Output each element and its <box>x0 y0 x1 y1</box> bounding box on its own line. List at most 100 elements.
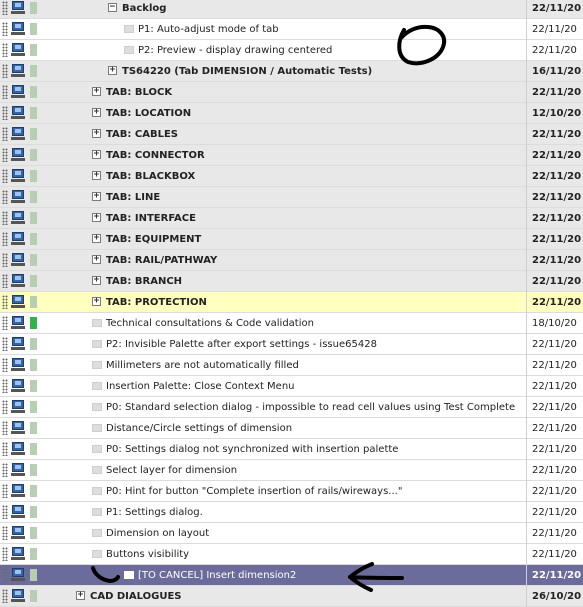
tree-row-tab-cables[interactable]: + TAB: CABLES 22/11/20 <box>0 124 583 145</box>
task-icon <box>92 361 102 369</box>
tree-row-dimension-on-layout[interactable]: Dimension on layout 22/11/20 <box>0 523 583 544</box>
computer-icon <box>11 211 25 224</box>
tree-row-tab-branch[interactable]: + TAB: BRANCH 22/11/20 <box>0 271 583 292</box>
tree-row-settings-not-synced[interactable]: P0: Settings dialog not synchronized wit… <box>0 439 583 460</box>
tree-row-tab-blackbox[interactable]: + TAB: BLACKBOX 22/11/20 <box>0 166 583 187</box>
tree-row-cad-dialogues[interactable]: + CAD DIALOGUES 26/10/20 <box>0 586 583 607</box>
tree-row-standard-selection[interactable]: P0: Standard selection dialog - impossib… <box>0 397 583 418</box>
tree-row-tab-equipment[interactable]: + TAB: EQUIPMENT 22/11/20 <box>0 229 583 250</box>
drag-handle[interactable] <box>2 169 8 183</box>
drag-handle[interactable] <box>2 463 8 477</box>
drag-handle[interactable] <box>2 379 8 393</box>
computer-icon <box>11 232 25 245</box>
drag-handle[interactable] <box>2 64 8 78</box>
status-indicator <box>30 2 37 14</box>
expand-toggle[interactable]: + <box>92 213 101 222</box>
expand-toggle[interactable]: + <box>92 129 101 138</box>
drag-handle[interactable] <box>2 232 8 246</box>
drag-handle[interactable] <box>2 22 8 36</box>
tree-row-tab-rail-pathway[interactable]: + TAB: RAIL/PATHWAY 22/11/20 <box>0 250 583 271</box>
tree-row-distance-circle[interactable]: Distance/Circle settings of dimension 22… <box>0 418 583 439</box>
tree-row-hint-button[interactable]: P0: Hint for button "Complete insertion … <box>0 481 583 502</box>
expand-toggle[interactable]: + <box>92 108 101 117</box>
collapse-toggle[interactable]: − <box>108 3 117 12</box>
drag-handle[interactable] <box>2 253 8 267</box>
row-date: 22/11/20 <box>532 549 577 560</box>
row-label: P1: Auto-adjust mode of tab <box>138 24 279 35</box>
row-date: 22/11/20 <box>532 360 577 371</box>
tree-row-tab-connector[interactable]: + TAB: CONNECTOR 22/11/20 <box>0 145 583 166</box>
column-separator <box>526 145 527 166</box>
drag-handle[interactable] <box>2 190 8 204</box>
tree-row-buttons-visibility[interactable]: Buttons visibility 22/11/20 <box>0 544 583 565</box>
drag-handle[interactable] <box>2 295 8 309</box>
drag-handle[interactable] <box>2 127 8 141</box>
drag-handle[interactable] <box>2 316 8 330</box>
drag-handle[interactable] <box>2 337 8 351</box>
drag-handle[interactable] <box>2 358 8 372</box>
tree-row-tab-protection[interactable]: + TAB: PROTECTION 22/11/20 <box>0 292 583 313</box>
computer-icon <box>11 337 25 350</box>
tree-row-tab-interface[interactable]: + TAB: INTERFACE 22/11/20 <box>0 208 583 229</box>
status-indicator <box>30 380 37 392</box>
tree-row-to-cancel-insert-dimension2[interactable]: [TO CANCEL] Insert dimension2 22/11/20 <box>0 565 583 586</box>
drag-handle[interactable] <box>2 274 8 288</box>
drag-handle[interactable] <box>2 1 8 15</box>
tree-row-tab-block[interactable]: + TAB: BLOCK 22/11/20 <box>0 82 583 103</box>
drag-handle[interactable] <box>2 505 8 519</box>
status-indicator <box>30 317 37 329</box>
drag-handle[interactable] <box>2 442 8 456</box>
row-label: TAB: LOCATION <box>106 108 192 119</box>
expand-toggle[interactable]: + <box>92 150 101 159</box>
tree-row-technical-consultations[interactable]: Technical consultations & Code validatio… <box>0 313 583 334</box>
expand-toggle[interactable]: + <box>92 87 101 96</box>
row-date: 22/11/20 <box>532 297 582 308</box>
tree-row-p2-preview[interactable]: P2: Preview - display drawing centered 2… <box>0 40 583 61</box>
expand-toggle[interactable]: + <box>92 192 101 201</box>
status-indicator <box>30 107 37 119</box>
drag-handle[interactable] <box>2 148 8 162</box>
tree-row-millimeters[interactable]: Millimeters are not automatically filled… <box>0 355 583 376</box>
expand-toggle[interactable]: + <box>108 66 117 75</box>
drag-handle[interactable] <box>2 484 8 498</box>
drag-handle[interactable] <box>2 106 8 120</box>
drag-handle[interactable] <box>2 421 8 435</box>
tree-row-tab-line[interactable]: + TAB: LINE 22/11/20 <box>0 187 583 208</box>
drag-handle[interactable] <box>2 43 8 57</box>
computer-icon <box>11 190 25 203</box>
row-date: 22/11/20 <box>532 444 577 455</box>
expand-toggle[interactable]: + <box>92 255 101 264</box>
tree-row-settings-dialog[interactable]: P1: Settings dialog. 22/11/20 <box>0 502 583 523</box>
row-date: 22/11/20 <box>532 171 582 182</box>
tree-row-select-layer[interactable]: Select layer for dimension 22/11/20 <box>0 460 583 481</box>
drag-handle[interactable] <box>2 589 8 603</box>
tree-row-ts64220[interactable]: + TS64220 (Tab DIMENSION / Automatic Tes… <box>0 61 583 82</box>
row-label: TAB: BLACKBOX <box>106 171 196 182</box>
tree-row-invisible-palette[interactable]: P2: Invisible Palette after export setti… <box>0 334 583 355</box>
computer-icon <box>11 568 25 581</box>
expand-toggle[interactable]: + <box>92 297 101 306</box>
drag-handle[interactable] <box>2 568 8 582</box>
drag-handle[interactable] <box>2 211 8 225</box>
drag-handle[interactable] <box>2 85 8 99</box>
row-date: 22/11/20 <box>532 24 577 35</box>
tree-row-backlog[interactable]: − Backlog 22/11/20 <box>0 0 583 19</box>
tree-row-p1-auto-adjust[interactable]: P1: Auto-adjust mode of tab 22/11/20 <box>0 19 583 40</box>
column-separator <box>526 397 527 418</box>
expand-toggle[interactable]: + <box>92 276 101 285</box>
column-separator <box>526 460 527 481</box>
drag-handle[interactable] <box>2 547 8 561</box>
expand-toggle[interactable]: + <box>92 171 101 180</box>
row-label: TAB: CONNECTOR <box>106 150 205 161</box>
column-separator <box>526 19 527 40</box>
tree-row-insertion-palette[interactable]: Insertion Palette: Close Context Menu 22… <box>0 376 583 397</box>
tree-row-tab-location[interactable]: + TAB: LOCATION 12/10/20 <box>0 103 583 124</box>
computer-icon <box>11 442 25 455</box>
computer-icon <box>11 589 25 602</box>
column-separator <box>526 313 527 334</box>
task-icon <box>92 487 102 495</box>
drag-handle[interactable] <box>2 400 8 414</box>
row-label: TAB: PROTECTION <box>106 297 207 308</box>
expand-toggle[interactable]: + <box>92 234 101 243</box>
drag-handle[interactable] <box>2 526 8 540</box>
